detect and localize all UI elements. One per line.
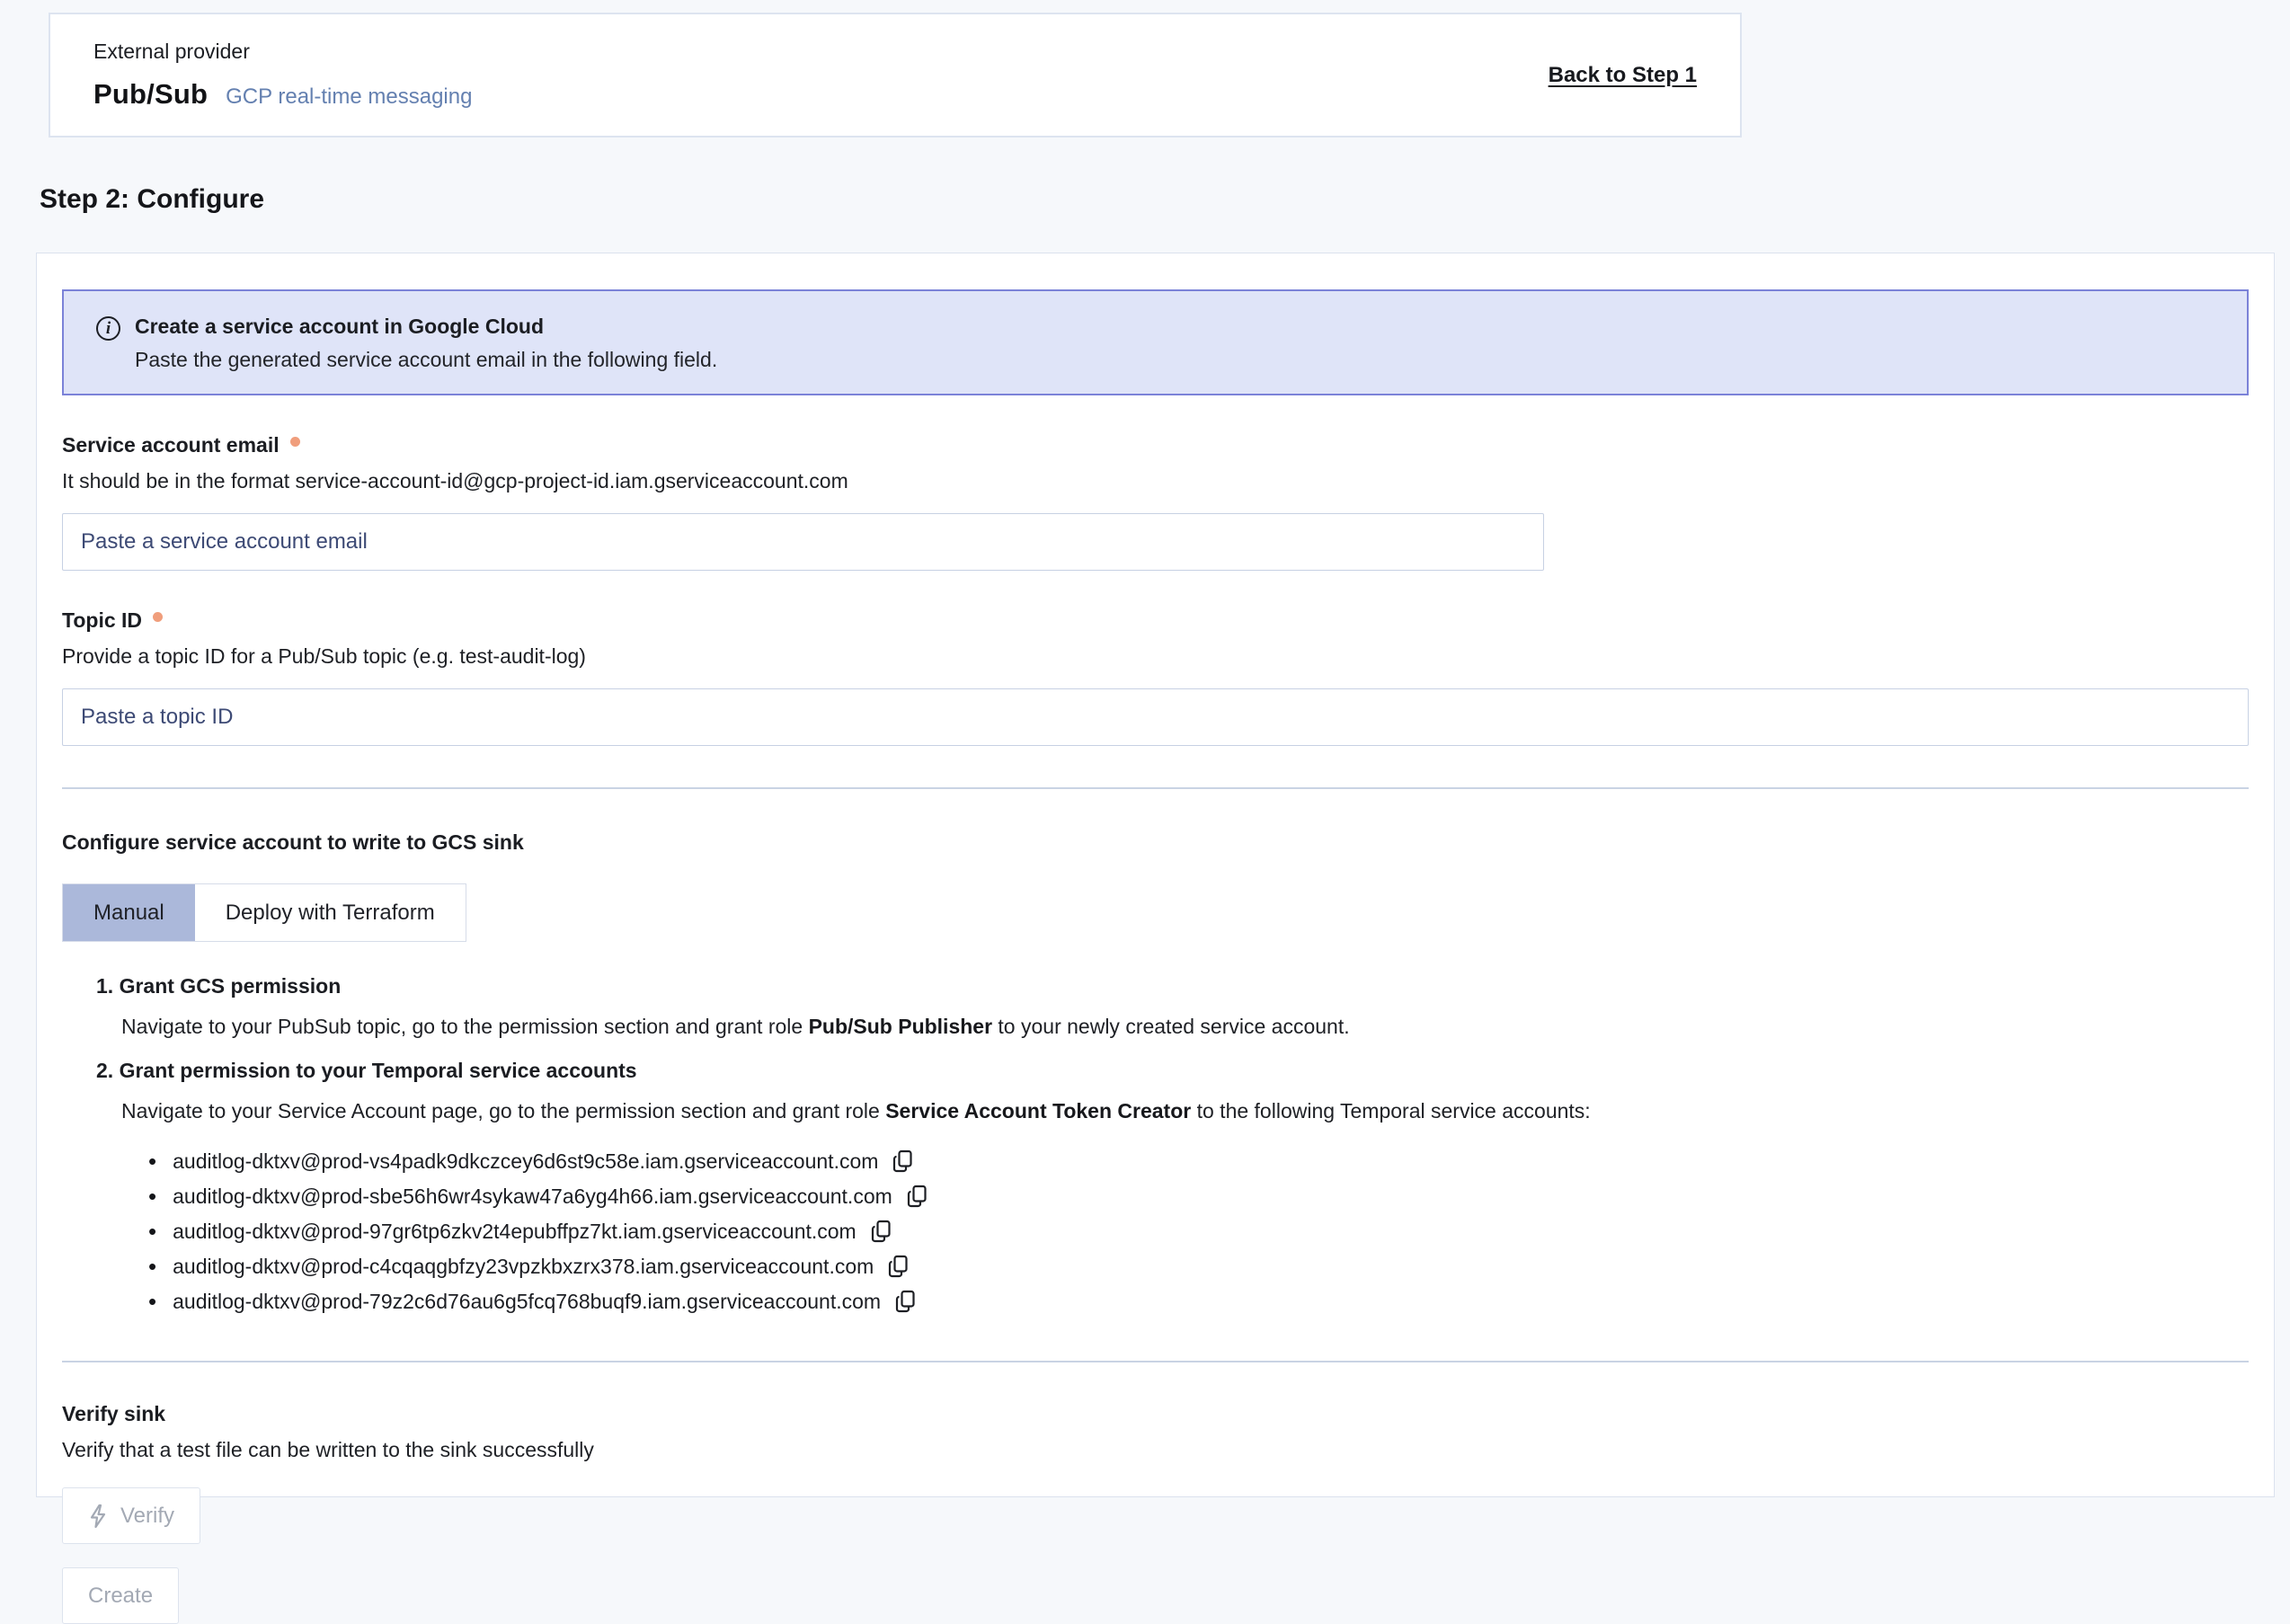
service-account-email-text: auditlog-dktxv@prod-79z2c6d76au6g5fcq768…	[173, 1290, 881, 1314]
info-icon: i	[96, 316, 120, 341]
service-account-list-item: auditlog-dktxv@prod-c4cqaqgbfzy23vpzkbxz…	[148, 1249, 2249, 1284]
manual-steps-list: Grant GCS permission Navigate to your Pu…	[62, 974, 2249, 1319]
verify-sink-description: Verify that a test file can be written t…	[62, 1438, 2249, 1462]
configure-card: i Create a service account in Google Clo…	[36, 253, 2275, 1497]
provider-eyebrow: External provider	[93, 40, 472, 64]
service-account-email-description: It should be in the format service-accou…	[62, 469, 2249, 493]
info-banner: i Create a service account in Google Clo…	[62, 289, 2249, 395]
topic-id-field-block: Topic ID Provide a topic ID for a Pub/Su…	[62, 608, 2249, 746]
step-body-role-name: Service Account Token Creator	[885, 1099, 1191, 1123]
step-grant-gcs-permission: Grant GCS permission Navigate to your Pu…	[96, 974, 2249, 1043]
back-to-step-1-link[interactable]: Back to Step 1	[1549, 63, 1697, 88]
service-account-email-field-block: Service account email It should be in th…	[62, 433, 2249, 571]
create-button[interactable]: Create	[62, 1567, 179, 1624]
tab-manual[interactable]: Manual	[63, 884, 195, 941]
step-body-text: Navigate to your PubSub topic, go to the…	[121, 1015, 809, 1038]
provider-name: Pub/Sub	[93, 78, 208, 111]
topic-id-input[interactable]	[62, 688, 2249, 746]
deploy-mode-tabs: Manual Deploy with Terraform	[62, 883, 466, 942]
topic-id-label: Topic ID	[62, 608, 142, 633]
provider-summary-card: External provider Pub/Sub GCP real-time …	[49, 13, 1742, 138]
service-account-list-item: auditlog-dktxv@prod-97gr6tp6zkv2t4epubff…	[148, 1214, 2249, 1249]
configure-section-heading: Configure service account to write to GC…	[62, 830, 2249, 855]
copy-icon[interactable]	[893, 1288, 919, 1316]
step-body-role-name: Pub/Sub Publisher	[809, 1015, 992, 1038]
service-account-email-input[interactable]	[62, 513, 1544, 571]
temporal-service-accounts-list: auditlog-dktxv@prod-vs4padk9dkczcey6d6st…	[148, 1144, 2249, 1319]
copy-icon[interactable]	[869, 1218, 894, 1246]
page-title: Step 2: Configure	[40, 184, 2290, 215]
service-account-list-item: auditlog-dktxv@prod-sbe56h6wr4sykaw47a6y…	[148, 1179, 2249, 1214]
copy-icon[interactable]	[905, 1183, 930, 1211]
provider-info: External provider Pub/Sub GCP real-time …	[93, 40, 472, 111]
create-button-label: Create	[88, 1584, 153, 1608]
step-body-text: to the following Temporal service accoun…	[1191, 1099, 1590, 1123]
step-body-text: Navigate to your Service Account page, g…	[121, 1099, 885, 1123]
tab-deploy-with-terraform[interactable]: Deploy with Terraform	[195, 884, 466, 941]
step-grant-temporal-permission: Grant permission to your Temporal servic…	[96, 1059, 2249, 1320]
service-account-email-text: auditlog-dktxv@prod-c4cqaqgbfzy23vpzkbxz…	[173, 1255, 874, 1279]
provider-tagline: GCP real-time messaging	[226, 84, 472, 110]
required-dot-icon	[153, 612, 163, 622]
required-dot-icon	[290, 437, 300, 447]
copy-icon[interactable]	[886, 1253, 911, 1281]
step-body: Navigate to your Service Account page, g…	[121, 1096, 2249, 1127]
step-title: Grant GCS permission	[96, 974, 341, 998]
section-divider	[62, 787, 2249, 789]
step-body: Navigate to your PubSub topic, go to the…	[121, 1011, 2249, 1043]
service-account-email-text: auditlog-dktxv@prod-vs4padk9dkczcey6d6st…	[173, 1149, 878, 1174]
verify-button-label: Verify	[120, 1504, 174, 1529]
verify-sink-heading: Verify sink	[62, 1402, 2249, 1426]
service-account-email-label: Service account email	[62, 433, 280, 457]
step-body-text: to your newly created service account.	[992, 1015, 1350, 1038]
topic-id-description: Provide a topic ID for a Pub/Sub topic (…	[62, 644, 2249, 669]
info-banner-description: Paste the generated service account emai…	[135, 348, 717, 372]
service-account-email-text: auditlog-dktxv@prod-97gr6tp6zkv2t4epubff…	[173, 1220, 857, 1244]
info-banner-title: Create a service account in Google Cloud	[135, 315, 717, 339]
section-divider	[62, 1361, 2249, 1362]
copy-icon[interactable]	[891, 1148, 916, 1176]
verify-button[interactable]: Verify	[62, 1487, 200, 1544]
service-account-list-item: auditlog-dktxv@prod-79z2c6d76au6g5fcq768…	[148, 1284, 2249, 1319]
service-account-list-item: auditlog-dktxv@prod-vs4padk9dkczcey6d6st…	[148, 1144, 2249, 1179]
lightning-bolt-icon	[88, 1504, 108, 1529]
service-account-email-text: auditlog-dktxv@prod-sbe56h6wr4sykaw47a6y…	[173, 1185, 892, 1209]
step-title: Grant permission to your Temporal servic…	[96, 1059, 637, 1082]
